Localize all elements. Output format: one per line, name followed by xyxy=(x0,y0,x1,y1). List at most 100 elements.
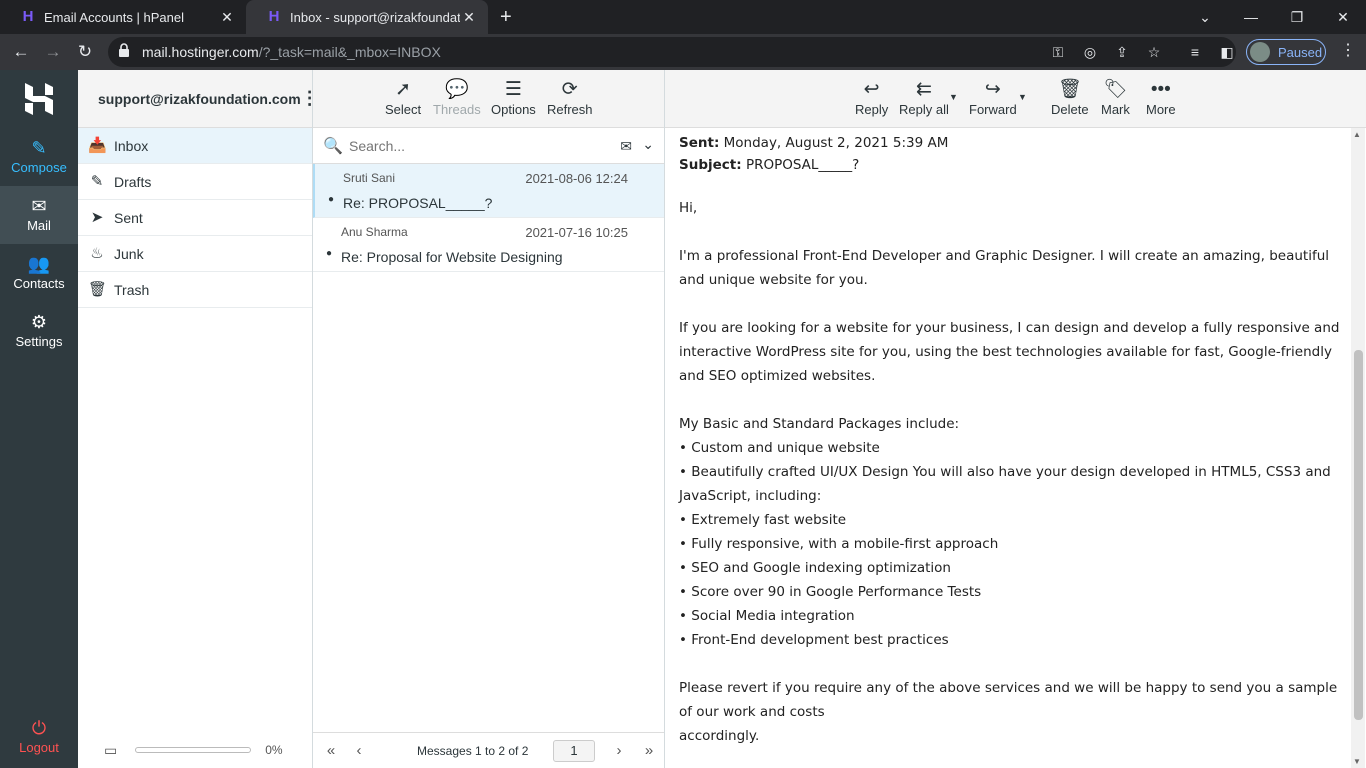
settings-button[interactable]: ⚙ Settings xyxy=(0,302,78,360)
browser-tab-hpanel[interactable]: H Email Accounts | hPanel ✕ xyxy=(0,0,246,34)
select-label: Select xyxy=(385,102,422,117)
logout-label: Logout xyxy=(19,740,59,755)
scroll-down-icon[interactable]: ▼ xyxy=(1353,757,1361,766)
folder-drafts[interactable]: ✎ Drafts xyxy=(78,164,312,200)
message-date: 2021-07-16 10:25 xyxy=(525,225,628,240)
lock-icon xyxy=(119,43,129,57)
avatar xyxy=(1250,42,1270,62)
restore-icon[interactable]: ❐ xyxy=(1274,0,1320,34)
folder-label: Sent xyxy=(114,209,143,226)
search-input[interactable] xyxy=(349,137,599,154)
scroll-up-icon[interactable]: ▲ xyxy=(1353,130,1361,139)
reply-all-dropdown-icon[interactable]: ▼ xyxy=(949,92,958,102)
options-button[interactable]: ☰ Options xyxy=(491,78,536,117)
message-body: Sent: Monday, August 2, 2021 5:39 AM Sub… xyxy=(679,132,1349,748)
forward-dropdown-icon[interactable]: ▼ xyxy=(1018,92,1027,102)
next-page-icon[interactable]: › xyxy=(609,742,629,759)
quota-bar xyxy=(135,747,252,753)
new-tab-icon[interactable]: + xyxy=(500,6,512,28)
power-icon: ⏻ xyxy=(31,718,47,738)
unread-dot-icon[interactable]: ● xyxy=(326,248,332,259)
mark-label: Mark xyxy=(1101,102,1130,117)
threads-label: Threads xyxy=(433,102,481,117)
forward-arrow-icon[interactable]: → xyxy=(40,39,66,65)
profile-button[interactable]: Paused xyxy=(1246,39,1326,65)
logout-button[interactable]: ⏻ Logout xyxy=(0,708,78,766)
folder-sent[interactable]: ➤ Sent xyxy=(78,200,312,236)
reply-all-button[interactable]: ⇇ Reply all xyxy=(899,78,949,117)
folder-trash[interactable]: 🗑 Trash xyxy=(78,272,312,308)
refresh-icon: ⟳ xyxy=(561,79,578,100)
reading-list-icon[interactable]: ≡ xyxy=(1182,39,1208,65)
message-row[interactable]: Sruti Sani 2021-08-06 12:24 ● Re: PROPOS… xyxy=(313,164,664,218)
bullet-item: • Fully responsive, with a mobile-first … xyxy=(679,536,999,552)
settings-label: Settings xyxy=(15,334,63,349)
select-button[interactable]: ➚ Select xyxy=(385,78,421,117)
pencil-icon: ✎ xyxy=(90,172,104,190)
search-bar: 🔍 ✉ ⌄ xyxy=(313,128,664,164)
pagination: « ‹ Messages 1 to 2 of 2 1 › » xyxy=(313,732,664,768)
folder-label: Drafts xyxy=(114,173,152,190)
tab-search-chevron-icon[interactable]: ⌄ xyxy=(1182,0,1228,34)
delete-label: Delete xyxy=(1051,102,1089,117)
reply-all-label: Reply all xyxy=(899,102,949,117)
sent-header: Sent: Monday, August 2, 2021 5:39 AM xyxy=(679,135,949,151)
folder-inbox[interactable]: 📥 Inbox xyxy=(78,128,312,164)
share-icon[interactable]: ⇪ xyxy=(1112,42,1132,62)
close-window-icon[interactable]: ✕ xyxy=(1320,0,1366,34)
more-button[interactable]: ••• More xyxy=(1146,78,1176,117)
reply-icon: ↩ xyxy=(863,79,880,100)
hostinger-favicon-icon: H xyxy=(268,8,280,25)
message-row[interactable]: Anu Sharma 2021-07-16 10:25 ● Re: Propos… xyxy=(313,218,664,272)
message-from: Anu Sharma xyxy=(341,225,408,239)
webmail-app: ✎ Compose ✉ Mail 👥 Contacts ⚙ Settings ⏻… xyxy=(0,70,1366,768)
tab-close-icon[interactable]: ✕ xyxy=(460,9,478,26)
scrollbar-thumb[interactable] xyxy=(1354,350,1363,720)
mail-button[interactable]: ✉ Mail xyxy=(0,186,78,244)
preview-scrollbar[interactable]: ▲ ▼ xyxy=(1351,128,1365,768)
message-preview-pane: ↩ Reply ⇇ Reply all ▼ ↪ Forward ▼ 🗑 Dele… xyxy=(665,70,1366,768)
threads-button[interactable]: 💬 Threads xyxy=(433,78,481,117)
bookmark-star-icon[interactable]: ☆ xyxy=(1144,42,1164,62)
reply-button[interactable]: ↩ Reply xyxy=(855,78,888,117)
message-from: Sruti Sani xyxy=(343,171,396,185)
hostinger-logo-icon xyxy=(25,83,53,115)
mark-button[interactable]: 🏷 Mark xyxy=(1101,78,1130,117)
tab-close-icon[interactable]: ✕ xyxy=(218,9,236,26)
url-text: mail.hostinger.com/?_task=mail&_mbox=INB… xyxy=(142,44,441,60)
bullet-item: • Score over 90 in Google Performance Te… xyxy=(679,584,982,600)
search-scope-envelope-icon[interactable]: ✉ xyxy=(620,138,632,155)
minimize-icon[interactable]: — xyxy=(1228,0,1274,34)
contacts-label: Contacts xyxy=(13,276,65,291)
last-page-icon[interactable]: » xyxy=(639,742,659,759)
folder-junk[interactable]: ♨ Junk xyxy=(78,236,312,272)
bullet-item: • Custom and unique website xyxy=(679,440,880,456)
browser-menu-icon[interactable]: ⋮ xyxy=(1338,40,1358,60)
message-date: 2021-08-06 12:24 xyxy=(525,171,628,186)
forward-button[interactable]: ↪ Forward xyxy=(969,78,1017,117)
back-arrow-icon[interactable]: ← xyxy=(8,39,34,65)
browser-tab-inbox[interactable]: H Inbox - support@rizakfoundation ✕ xyxy=(246,0,488,34)
prev-page-icon[interactable]: ‹ xyxy=(349,742,369,759)
tab-title: Email Accounts | hPanel xyxy=(44,9,184,25)
contacts-button[interactable]: 👥 Contacts xyxy=(0,244,78,302)
message-subject: Re: Proposal for Website Designing xyxy=(341,249,563,265)
search-icon: 🔍 xyxy=(323,137,343,155)
eye-slash-icon[interactable]: ◎ xyxy=(1080,42,1100,62)
storage-icon: ▭ xyxy=(104,741,118,758)
chevron-down-icon[interactable]: ⌄ xyxy=(642,136,654,153)
page-number-input[interactable]: 1 xyxy=(553,739,595,762)
reload-icon[interactable]: ↻ xyxy=(72,39,98,65)
address-bar[interactable]: mail.hostinger.com/?_task=mail&_mbox=INB… xyxy=(108,37,1236,67)
delete-button[interactable]: 🗑 Delete xyxy=(1051,78,1089,117)
message-count: Messages 1 to 2 of 2 xyxy=(417,743,529,758)
side-panel-icon[interactable]: ◧ xyxy=(1214,39,1240,65)
compose-button[interactable]: ✎ Compose xyxy=(0,128,78,186)
unread-dot-icon[interactable]: ● xyxy=(328,194,334,205)
folder-list: support@rizakfoundation.com ⋮ 📥 Inbox ✎ … xyxy=(78,70,319,768)
trash-icon: 🗑 xyxy=(88,280,108,298)
key-icon[interactable]: ⚿ xyxy=(1048,42,1068,62)
first-page-icon[interactable]: « xyxy=(321,742,341,759)
refresh-button[interactable]: ⟳ Refresh xyxy=(547,78,593,117)
greeting: Hi, xyxy=(679,200,698,216)
